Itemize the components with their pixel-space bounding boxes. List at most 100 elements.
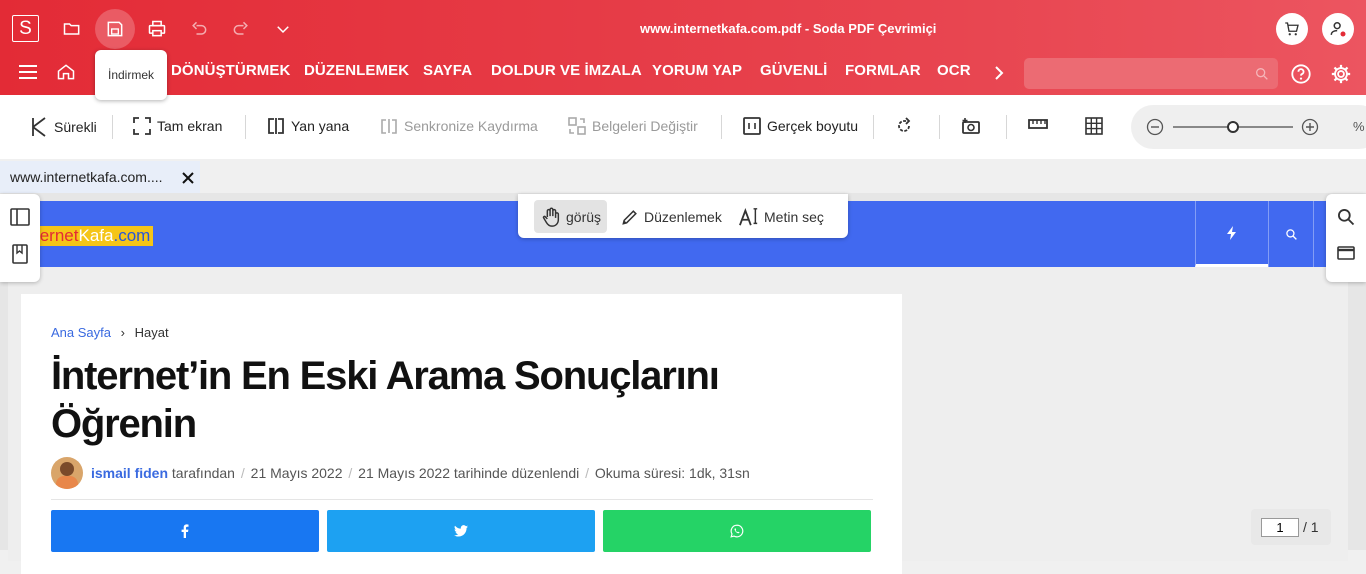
more-quick-actions-button[interactable]: [264, 11, 302, 47]
hand-icon: [542, 207, 560, 227]
sync-scroll-button[interactable]: Senkronize Kaydırma: [380, 117, 538, 135]
view-toolbar: Sürekli Tam ekran Yan yana Senkronize Ka…: [0, 95, 1366, 159]
document-tabs: www.internetkafa.com....: [0, 159, 1366, 193]
redo-button[interactable]: [222, 11, 260, 47]
document-tab[interactable]: www.internetkafa.com....: [0, 161, 200, 193]
undo-button[interactable]: [180, 11, 218, 47]
attachments-panel-button[interactable]: [1337, 245, 1355, 261]
pencil-icon: [622, 209, 637, 225]
publish-date: 21 Mayıs 2022: [250, 465, 343, 481]
view-mode-button[interactable]: görüş: [534, 200, 608, 233]
toolbar-divider: [873, 115, 874, 139]
breadcrumb-category[interactable]: Hayat: [135, 325, 169, 340]
breadcrumb-home[interactable]: Ana Sayfa: [51, 325, 111, 340]
edit-mode-button[interactable]: Düzenlemek: [614, 200, 728, 233]
user-icon: [1330, 22, 1346, 37]
actual-size-label: Gerçek boyutu: [767, 118, 859, 134]
actual-size-button[interactable]: Gerçek boyutu: [743, 117, 858, 135]
page-number-input[interactable]: [1261, 517, 1299, 537]
thumbnails-panel-button[interactable]: [10, 208, 30, 226]
menu-icon: [19, 65, 37, 79]
site-flash-button[interactable]: [1195, 201, 1268, 267]
help-icon: [1291, 64, 1311, 84]
zoom-in-icon[interactable]: [1301, 118, 1319, 136]
help-button[interactable]: [1290, 63, 1312, 85]
document-title: www.internetkafa.com.pdf - Soda PDF Çevr…: [640, 21, 937, 36]
author-link[interactable]: ismail fiden: [91, 465, 168, 481]
read-time: Okuma süresi: 1dk, 31sn: [594, 465, 750, 481]
rotate-button[interactable]: [895, 117, 913, 135]
site-search-button[interactable]: [1268, 201, 1314, 267]
menu-convert[interactable]: DÖNÜŞTÜRMEK: [171, 62, 290, 79]
search-icon: [1338, 209, 1355, 226]
menu-scroll-right-button[interactable]: [992, 65, 1006, 81]
continuous-button[interactable]: Sürekli: [30, 117, 97, 137]
save-button[interactable]: [95, 9, 135, 49]
author-avatar[interactable]: [51, 457, 83, 489]
edited-date: 21 Mayıs 2022 tarihinde düzenlendi: [358, 465, 580, 481]
select-text-mode-button[interactable]: Metin seç: [732, 200, 830, 233]
toolbar-divider: [1006, 115, 1007, 139]
hamburger-menu-button[interactable]: [18, 63, 38, 81]
fullscreen-button[interactable]: Tam ekran: [133, 117, 222, 135]
interaction-mode-bar: görüş Düzenlemek Metin seç: [518, 194, 848, 238]
share-facebook-button[interactable]: [51, 510, 319, 552]
article-card: Ana Sayfa › Hayat İnternet’in En Eski Ar…: [21, 294, 902, 574]
view-mode-label: görüş: [566, 208, 602, 225]
sync-scroll-label: Senkronize Kaydırma: [404, 118, 538, 134]
site-logo-part: Kafa: [78, 226, 114, 245]
page-total: / 1: [1303, 519, 1319, 535]
zoom-slider-thumb[interactable]: [1227, 121, 1239, 133]
site-logo-part: ternet: [35, 226, 79, 245]
snapshot-button[interactable]: [961, 117, 981, 135]
left-panel-toggles: [0, 194, 40, 282]
facebook-icon: [181, 524, 189, 538]
menu-page[interactable]: SAYFA: [423, 62, 472, 79]
select-text-mode-label: Metin seç: [764, 208, 824, 225]
grid-button[interactable]: [1085, 117, 1103, 135]
grid-icon: [1085, 117, 1103, 135]
bookmarks-panel-button[interactable]: [12, 244, 28, 264]
document-tab-label: www.internetkafa.com....: [10, 169, 163, 185]
menu-forms[interactable]: FORMLAR: [845, 62, 921, 79]
print-button[interactable]: [138, 11, 176, 47]
chevron-down-icon: [277, 26, 289, 34]
lightning-icon: [1227, 225, 1236, 240]
page-navigator: / 1: [1251, 509, 1331, 545]
pdf-viewer: ternetKafa.com Ana Sayfa › Hayat İnterne…: [0, 193, 1366, 574]
settings-button[interactable]: [1330, 63, 1352, 85]
undo-icon: [192, 21, 207, 35]
zoom-percent[interactable]: %: [1353, 119, 1365, 134]
whatsapp-icon: [730, 524, 744, 538]
side-by-side-button[interactable]: Yan yana: [267, 117, 349, 135]
swap-documents-button[interactable]: Belgeleri Değiştir: [568, 117, 698, 135]
menu-edit[interactable]: DÜZENLEMEK: [304, 62, 409, 79]
search-document-button[interactable]: [1336, 207, 1356, 227]
search-input[interactable]: [1024, 58, 1278, 89]
menu-comment[interactable]: YORUM YAP: [652, 62, 742, 79]
account-button[interactable]: [1322, 13, 1354, 45]
toolbar-divider: [245, 115, 246, 139]
download-tooltip: İndirmek: [95, 50, 167, 100]
meta-separator: /: [585, 465, 589, 481]
panel-icon: [1337, 246, 1355, 260]
toolbar-divider: [939, 115, 940, 139]
ruler-button[interactable]: [1028, 117, 1048, 131]
open-folder-button[interactable]: [53, 11, 91, 47]
menu-ocr[interactable]: OCR: [937, 62, 971, 79]
close-icon[interactable]: [182, 172, 194, 184]
site-logo-part: .com: [113, 226, 151, 245]
save-icon: [107, 21, 123, 37]
menu-fill-sign[interactable]: DOLDUR VE İMZALA: [491, 62, 642, 79]
meta-separator: /: [348, 465, 353, 481]
share-twitter-button[interactable]: [327, 510, 595, 552]
cart-button[interactable]: [1276, 13, 1308, 45]
home-button[interactable]: [56, 62, 76, 82]
share-whatsapp-button[interactable]: [603, 510, 871, 552]
fullscreen-label: Tam ekran: [157, 118, 223, 134]
site-logo: ternetKafa.com: [32, 226, 154, 246]
zoom-control: %: [1131, 105, 1366, 149]
menu-secure[interactable]: GÜVENLİ: [760, 62, 827, 79]
zoom-out-icon[interactable]: [1146, 118, 1164, 136]
soda-logo[interactable]: S: [12, 15, 39, 42]
